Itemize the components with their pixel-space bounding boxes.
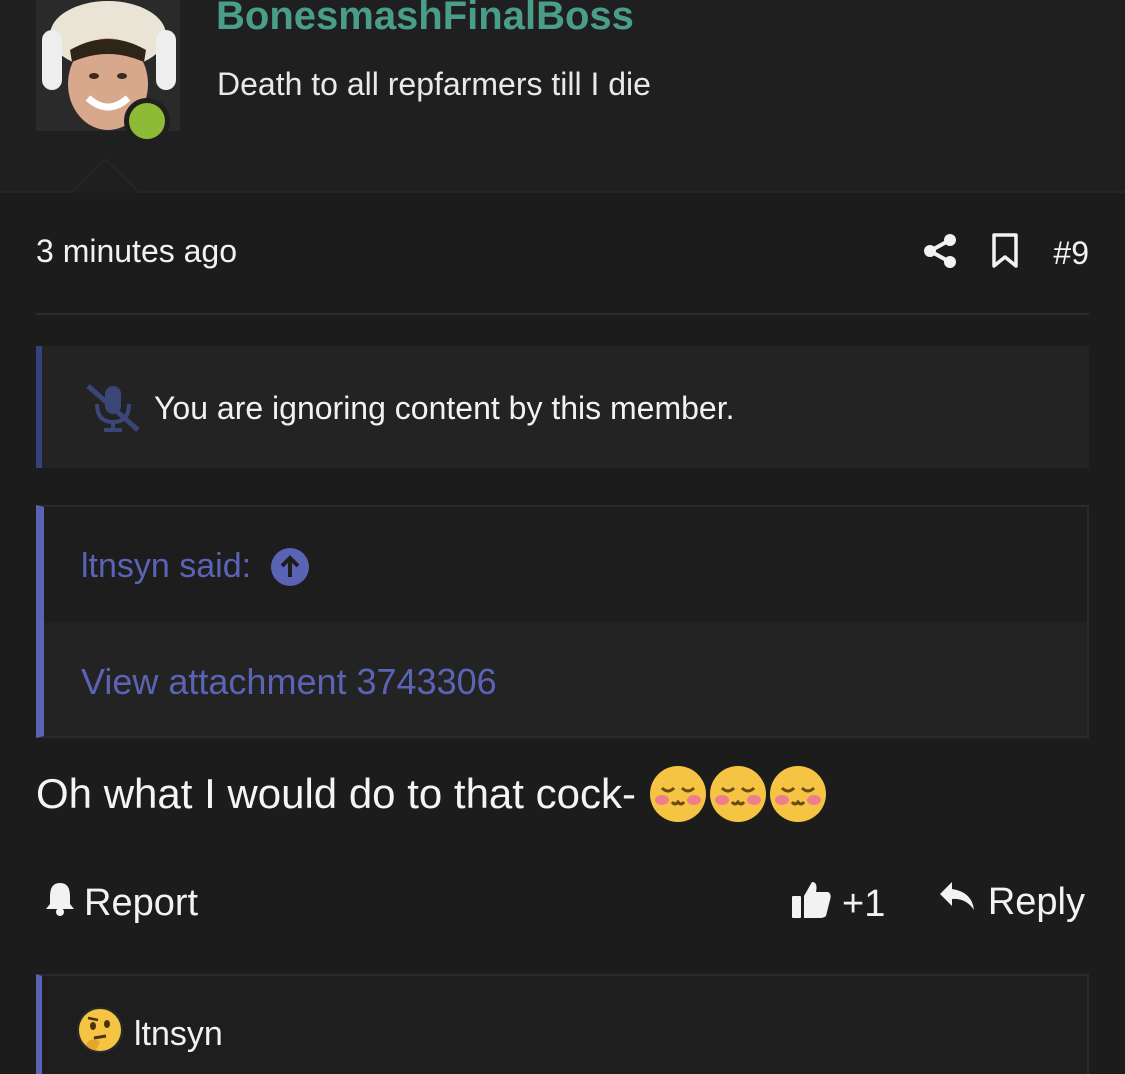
author-user-title: Death to all repfarmers till I die bbox=[217, 66, 651, 102]
report-label: Report bbox=[84, 881, 199, 924]
bookmark-icon[interactable] bbox=[991, 232, 1019, 274]
next-post-username: ltnsyn bbox=[134, 1015, 223, 1053]
share-icon[interactable] bbox=[923, 233, 957, 274]
thumbs-up-icon bbox=[790, 878, 832, 930]
quote-content: View attachment 3743306 bbox=[44, 623, 1087, 736]
message-text: Oh what I would do to that cock- bbox=[36, 770, 636, 817]
blushing-face-emoji bbox=[768, 764, 828, 824]
next-post-header: ltnsyn bbox=[36, 974, 1089, 1074]
meta-divider bbox=[36, 313, 1089, 315]
like-button[interactable]: +1 bbox=[790, 878, 885, 930]
author-username[interactable]: BonesmashFinalBoss bbox=[216, 0, 634, 39]
bell-icon bbox=[44, 880, 76, 926]
report-button[interactable]: Report bbox=[44, 880, 198, 926]
online-status-indicator bbox=[124, 98, 170, 144]
thinking-face-emoji bbox=[76, 1006, 124, 1063]
view-attachment-link[interactable]: View attachment 3743306 bbox=[81, 661, 497, 703]
mute-icon bbox=[84, 382, 144, 439]
arrow-up-circle-icon[interactable] bbox=[271, 547, 310, 586]
header-divider bbox=[0, 191, 1125, 193]
reply-arrow-icon bbox=[938, 880, 976, 924]
quote-author-label: ltnsyn said: bbox=[81, 547, 252, 585]
reply-label: Reply bbox=[987, 880, 1085, 923]
header-pointer bbox=[70, 159, 140, 193]
blushing-face-emoji bbox=[648, 764, 708, 824]
reply-button[interactable]: Reply bbox=[938, 880, 1085, 924]
ignored-content-notice: You are ignoring content by this member. bbox=[36, 346, 1089, 468]
author-avatar[interactable] bbox=[36, 0, 180, 144]
post-meta-actions: #9 bbox=[923, 228, 1089, 278]
quote-header: ltnsyn said: bbox=[44, 507, 1087, 621]
ignore-notice-text: You are ignoring content by this member. bbox=[154, 390, 735, 426]
post-number-link[interactable]: #9 bbox=[1053, 235, 1089, 272]
like-count: +1 bbox=[842, 882, 886, 925]
next-post-author[interactable]: ltnsyn bbox=[76, 1006, 223, 1063]
quote-author-link[interactable]: ltnsyn said: bbox=[81, 547, 310, 586]
blushing-face-emoji bbox=[708, 764, 768, 824]
quote-block: ltnsyn said: View attachment 3743306 bbox=[36, 505, 1089, 738]
post-timestamp[interactable]: 3 minutes ago bbox=[36, 233, 237, 270]
post-message: Oh what I would do to that cock- bbox=[36, 764, 828, 824]
post-author-header: BonesmashFinalBoss Death to all repfarme… bbox=[0, 0, 1125, 192]
